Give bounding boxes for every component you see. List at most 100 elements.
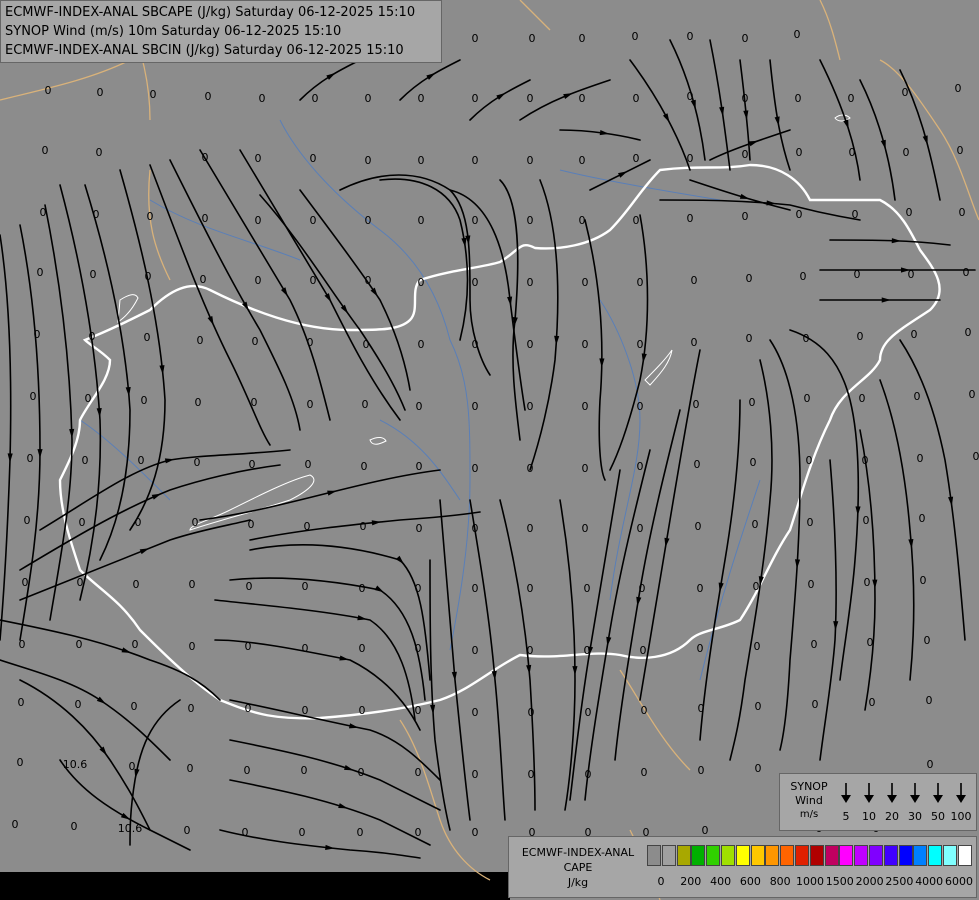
cin-value: 0 (867, 636, 874, 649)
cape-legend: ECMWF-INDEX-ANAL CAPE J/kg 0 200 400 600 800… (508, 836, 977, 898)
cin-value: 0 (924, 634, 931, 647)
cin-value: 0 (849, 146, 856, 159)
cin-value: 0 (184, 824, 191, 837)
cin-value: 0 (97, 86, 104, 99)
cin-value: 0 (362, 398, 369, 411)
cin-value: 0 (34, 328, 41, 341)
cin-value: 0 (908, 268, 915, 281)
cape-color-swatch (795, 845, 809, 866)
wind-legend-title: SYNOP Wind m/s (782, 780, 836, 822)
cin-value: 0 (197, 334, 204, 347)
cin-value: 0 (202, 212, 209, 225)
cin-value: 0 (927, 758, 934, 771)
cin-value: 0 (22, 576, 29, 589)
cin-value: 0 (750, 456, 757, 469)
cin-value: 0 (472, 338, 479, 351)
cin-value: 0 (416, 522, 423, 535)
cin-value: 0 (93, 208, 100, 221)
wind-legend-value: 20 (885, 810, 899, 823)
cin-value: 0 (359, 642, 366, 655)
cape-color-swatch (809, 845, 824, 866)
cape-color-swatch (898, 845, 913, 866)
cin-value: 0 (754, 640, 761, 653)
cin-value: 0 (472, 644, 479, 657)
cin-value: 0 (639, 582, 646, 595)
cin-value: 0 (141, 394, 148, 407)
cape-color-swatch (676, 845, 691, 866)
cin-value: 0 (75, 698, 82, 711)
cin-value: 0 (189, 578, 196, 591)
cape-legend-title: ECMWF-INDEX-ANAL CAPE J/kg (511, 845, 645, 890)
cin-value: 0 (245, 702, 252, 715)
cape-legend-tick: 600 (739, 875, 761, 888)
cin-value: 0 (255, 274, 262, 287)
cin-value: 0 (418, 92, 425, 105)
cin-value: 0 (641, 704, 648, 717)
cin-value: 0 (71, 820, 78, 833)
cin-value: 0 (527, 92, 534, 105)
cin-value: 0 (252, 335, 259, 348)
cin-value: 0 (806, 454, 813, 467)
cin-value: 0 (312, 92, 319, 105)
cin-value: 0 (248, 518, 255, 531)
cin-value: 0 (691, 336, 698, 349)
cin-value: 0 (245, 640, 252, 653)
cin-value: 0 (633, 152, 640, 165)
cin-value: 0 (917, 452, 924, 465)
cin-value: 0 (360, 520, 367, 533)
cin-value: 0 (698, 764, 705, 777)
cin-value: 0 (746, 272, 753, 285)
cin-value: 0 (472, 400, 479, 413)
cin-value: 0 (640, 644, 647, 657)
cin-value: 0 (691, 274, 698, 287)
cin-value: 10.6 (118, 822, 143, 835)
cin-value: 0 (246, 580, 253, 593)
wind-legend-title-line: m/s (799, 809, 819, 820)
cin-value: 0 (902, 86, 909, 99)
cin-value: 0 (742, 148, 749, 161)
cin-value: 0 (359, 582, 366, 595)
cin-value: 0 (965, 326, 972, 339)
cin-value: 0 (637, 276, 644, 289)
cin-value: 0 (299, 826, 306, 839)
cin-value: 0 (926, 694, 933, 707)
wind-legend-value: 5 (842, 810, 850, 823)
cin-value: 0 (914, 390, 921, 403)
cin-value: 0 (742, 92, 749, 105)
cin-value: 0 (903, 146, 910, 159)
cin-value: 0 (585, 706, 592, 719)
cin-value: 0 (415, 826, 422, 839)
cin-value: 0 (528, 768, 535, 781)
cin-value: 0 (365, 154, 372, 167)
cin-value: 0 (415, 642, 422, 655)
cin-value: 0 (687, 90, 694, 103)
cin-value: 0 (187, 762, 194, 775)
cin-value: 0 (920, 574, 927, 587)
cin-value: 0 (742, 32, 749, 45)
cape-legend-title-line: J/kg (567, 876, 589, 889)
cape-color-swatch (706, 845, 721, 866)
cin-value: 0 (527, 154, 534, 167)
cin-value: 0 (527, 582, 534, 595)
cin-value: 0 (796, 208, 803, 221)
cin-value: 0 (906, 206, 913, 219)
cin-value: 0 (527, 462, 534, 475)
cape-legend-tick: 0 (657, 875, 665, 888)
cin-value: 0 (17, 756, 24, 769)
cin-value: 0 (811, 638, 818, 651)
cin-value: 0 (24, 514, 31, 527)
no-data-strip (0, 872, 510, 900)
cin-value: 0 (582, 276, 589, 289)
cape-legend-tick: 1500 (825, 875, 854, 888)
cin-value: 0 (973, 450, 979, 463)
cin-value: 0 (687, 212, 694, 225)
cin-value: 0 (957, 144, 964, 157)
cin-value: 0 (694, 458, 701, 471)
cin-value: 0 (584, 582, 591, 595)
cin-value: 0 (77, 576, 84, 589)
cin-value: 0 (641, 766, 648, 779)
cin-value: 0 (304, 520, 311, 533)
wind-legend-arrow-icon (884, 782, 900, 804)
cin-value: 0 (753, 580, 760, 593)
cape-legend-tick: 2500 (885, 875, 914, 888)
